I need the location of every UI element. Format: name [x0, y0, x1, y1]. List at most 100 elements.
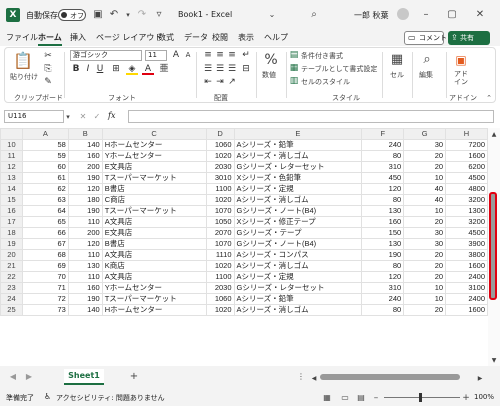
cell[interactable]: E文具店	[101, 161, 207, 173]
cell[interactable]: 20	[403, 150, 447, 162]
row-header[interactable]: 20	[0, 249, 23, 261]
phonetic-icon[interactable]: 亜	[158, 64, 170, 75]
number-label[interactable]: 数値	[262, 70, 276, 80]
cell[interactable]: 200	[67, 161, 103, 173]
tab-home[interactable]: ホーム	[38, 32, 62, 46]
column-header[interactable]: C	[101, 128, 207, 140]
select-all-corner[interactable]	[0, 128, 23, 140]
cell[interactable]: 30	[403, 238, 447, 250]
cell[interactable]: 20	[403, 249, 447, 261]
cell[interactable]: 190	[67, 172, 103, 184]
cell[interactable]: 68	[21, 249, 69, 261]
cell[interactable]: 1050	[205, 216, 235, 228]
cell[interactable]: 3100	[445, 282, 488, 294]
cell[interactable]: 1300	[445, 205, 488, 217]
comment-button[interactable]: ▭ コメント	[404, 31, 447, 45]
cell[interactable]: C商店	[101, 194, 207, 206]
cell[interactable]: 70	[21, 271, 69, 283]
redo-icon[interactable]: ↷	[136, 8, 148, 22]
normal-view-icon[interactable]: ▦	[322, 391, 332, 405]
cell[interactable]: 450	[361, 172, 405, 184]
cell[interactable]: 10	[403, 293, 447, 305]
cell[interactable]: Aシリーズ・消しゴム	[233, 304, 363, 316]
cell[interactable]: 59	[21, 150, 69, 162]
percent-icon[interactable]: %	[260, 52, 282, 68]
cell[interactable]: K商店	[101, 260, 207, 272]
cell[interactable]: 160	[361, 216, 405, 228]
cell[interactable]: 3900	[445, 238, 488, 250]
cell[interactable]: Aシリーズ・定規	[233, 183, 363, 195]
column-header[interactable]: E	[233, 128, 363, 140]
cell[interactable]: 160	[67, 282, 103, 294]
cell[interactable]: 190	[67, 205, 103, 217]
row-header[interactable]: 19	[0, 238, 23, 250]
cell[interactable]: 1100	[205, 271, 235, 283]
scroll-up-icon[interactable]: ▲	[489, 128, 499, 142]
italic-icon[interactable]: I	[82, 64, 94, 75]
cell[interactable]: Aシリーズ・消しゴム	[233, 150, 363, 162]
cancel-icon[interactable]: ✕	[78, 110, 88, 124]
zoom-slider-thumb[interactable]	[419, 393, 422, 402]
enter-icon[interactable]: ✓	[92, 110, 102, 124]
cell[interactable]: Yホームセンター	[101, 150, 207, 162]
cells-icon[interactable]: ▦	[388, 52, 406, 68]
row-header[interactable]: 14	[0, 183, 23, 195]
align-left-icon[interactable]: ☰	[202, 64, 214, 75]
table-format-button[interactable]: テーブルとして書式設定	[301, 64, 377, 74]
cell[interactable]: 1100	[205, 183, 235, 195]
fx-icon[interactable]: fx	[108, 111, 115, 120]
addin-icon[interactable]: ▣	[452, 52, 470, 68]
conditional-format-icon[interactable]: ▤	[288, 50, 300, 61]
cell[interactable]: 64	[21, 205, 69, 217]
save-icon[interactable]: ▣	[92, 8, 104, 22]
addin-label[interactable]: アド イン	[454, 70, 468, 86]
chevron-down-icon[interactable]: ▾	[64, 110, 72, 124]
sheet-tab[interactable]: Sheet1	[64, 369, 104, 385]
chevron-down-icon[interactable]: ⌄	[266, 8, 278, 22]
cell[interactable]: 120	[67, 183, 103, 195]
row-header[interactable]: 11	[0, 150, 23, 162]
next-sheet-icon[interactable]: ▶	[24, 370, 34, 384]
cell[interactable]: 310	[361, 282, 405, 294]
merge-cells-icon[interactable]: ⊟	[240, 64, 252, 75]
share-button[interactable]: ⇪ 共有	[448, 31, 490, 45]
minimize-icon[interactable]: –	[420, 8, 432, 22]
cut-icon[interactable]: ✂	[42, 51, 54, 62]
row-header[interactable]: 10	[0, 139, 23, 151]
cell[interactable]: A文具店	[101, 216, 207, 228]
zoom-level[interactable]: 100%	[474, 393, 494, 401]
cell[interactable]: 3800	[445, 249, 488, 261]
cell[interactable]: 190	[67, 293, 103, 305]
chevron-down-icon[interactable]: ▾	[124, 8, 132, 22]
zoom-in-icon[interactable]: +	[462, 391, 470, 405]
cell[interactable]: 240	[361, 293, 405, 305]
wrap-text-icon[interactable]: ↵	[240, 50, 252, 61]
cell[interactable]: 110	[67, 249, 103, 261]
cell[interactable]: Aシリーズ・消しゴム	[233, 194, 363, 206]
cell[interactable]: 120	[361, 183, 405, 195]
cell[interactable]: 61	[21, 172, 69, 184]
cell[interactable]: 130	[67, 260, 103, 272]
accessibility-status[interactable]: アクセシビリティ: 問題ありません	[56, 393, 165, 403]
cell[interactable]: Tスーパーマーケット	[101, 172, 207, 184]
cell[interactable]: 20	[403, 260, 447, 272]
zoom-out-icon[interactable]: –	[372, 391, 380, 405]
edit-label[interactable]: 編集	[419, 70, 433, 80]
paste-icon[interactable]: 📋	[12, 52, 34, 70]
cell[interactable]: 67	[21, 238, 69, 250]
cell[interactable]: 3010	[205, 172, 235, 184]
cell[interactable]: 1060	[205, 293, 235, 305]
cell[interactable]: 10	[403, 205, 447, 217]
cell[interactable]: Xシリーズ・修正テープ	[233, 216, 363, 228]
cell[interactable]: 1070	[205, 205, 235, 217]
cell[interactable]: 72	[21, 293, 69, 305]
cell[interactable]: 20	[403, 271, 447, 283]
cell[interactable]: 80	[361, 150, 405, 162]
cell[interactable]: E文具店	[101, 227, 207, 239]
cell[interactable]: Tスーパーマーケット	[101, 205, 207, 217]
page-layout-view-icon[interactable]: ▭	[340, 391, 350, 405]
cell[interactable]: 69	[21, 260, 69, 272]
cell[interactable]: 80	[361, 260, 405, 272]
increase-font-icon[interactable]: A	[170, 50, 182, 61]
tab-insert[interactable]: 挿入	[70, 32, 86, 43]
